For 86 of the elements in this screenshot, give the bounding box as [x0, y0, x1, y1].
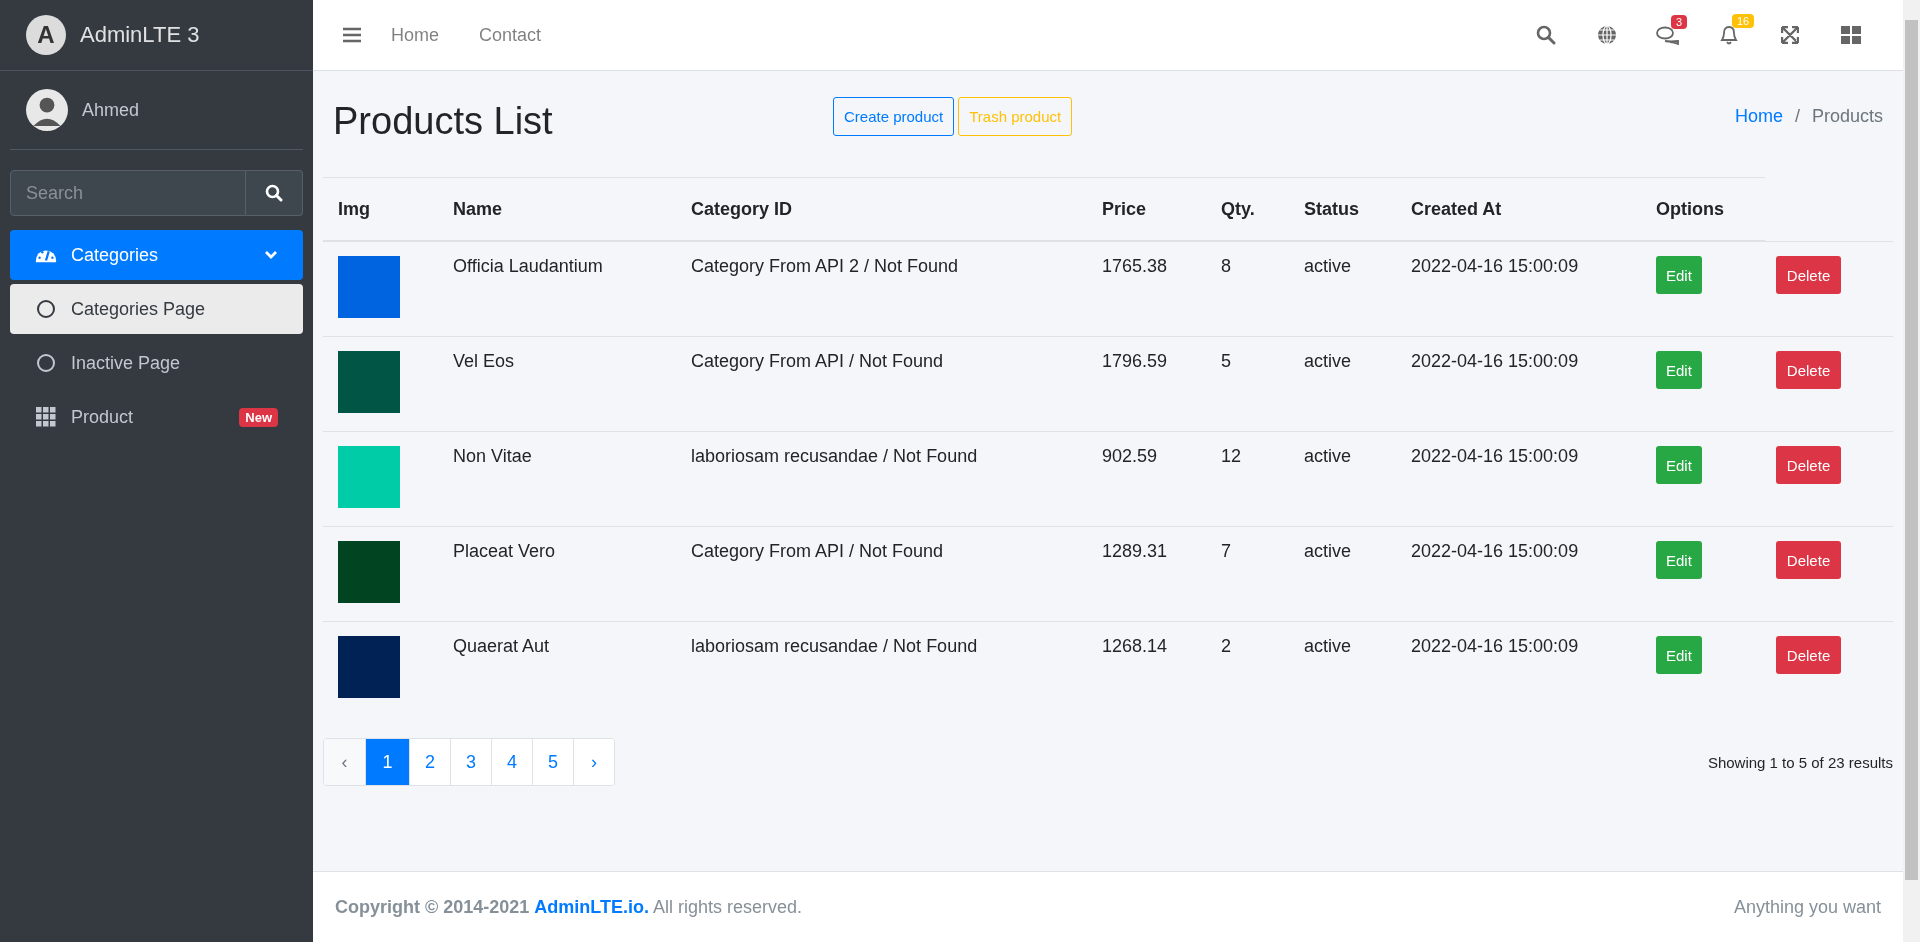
table-cell-text: Placeat Vero	[452, 540, 557, 563]
table-cell-text: laboriosam recusandae / Not Found	[690, 445, 979, 468]
page-title: Products List	[333, 99, 554, 143]
grid-icon	[35, 407, 57, 427]
search-button[interactable]	[246, 170, 303, 216]
table-cell-text: Non Vitae	[452, 445, 533, 468]
edit-button[interactable]: Edit	[1656, 256, 1702, 294]
column-header: Img	[337, 198, 371, 220]
action-button[interactable]: Create product	[833, 96, 955, 136]
user-name[interactable]: Ahmed	[82, 99, 140, 121]
column-header: Status	[1303, 198, 1360, 220]
edit-button[interactable]: Edit	[1656, 636, 1702, 674]
nav-link[interactable]: Home	[391, 24, 439, 46]
circle-icon	[35, 353, 57, 373]
nav-link[interactable]: Contact	[479, 24, 542, 46]
table-cell-text: 2022-04-16 15:00:09	[1410, 255, 1580, 278]
table-cell-text: active	[1303, 255, 1353, 278]
delete-button[interactable]: Delete	[1775, 541, 1842, 579]
table-cell-text: Quaerat Aut	[452, 635, 551, 658]
globe-icon[interactable]	[1596, 25, 1617, 45]
delete-button[interactable]: Delete	[1775, 351, 1842, 389]
brand-logo: A	[26, 15, 66, 55]
table-cell-text: Category From API / Not Found	[690, 350, 945, 373]
count-badge: 3	[1671, 15, 1688, 29]
results-summary: Showing 1 to 5 of 23 results	[1707, 753, 1893, 771]
bell-icon[interactable]	[1718, 24, 1739, 46]
new-badge: New	[239, 407, 278, 427]
table-cell-text: active	[1303, 635, 1353, 658]
table-cell-text: 902.59	[1101, 445, 1159, 468]
delete-button[interactable]: Delete	[1775, 446, 1842, 484]
table-cell-text: active	[1303, 445, 1353, 468]
search-icon	[265, 184, 283, 202]
table-cell-text: 2022-04-16 15:00:09	[1410, 350, 1580, 373]
table-cell-text: 7	[1220, 540, 1232, 563]
breadcrumb-item: Products	[1811, 105, 1883, 127]
table-cell-text: 12	[1220, 445, 1243, 468]
table-cell-text: Category From API 2 / Not Found	[690, 255, 960, 278]
edit-button[interactable]: Edit	[1656, 541, 1702, 579]
table-cell-text: 1796.59	[1101, 350, 1169, 373]
brand-name[interactable]: AdminLTE 3	[80, 22, 200, 48]
column-header: Created At	[1410, 198, 1503, 220]
next-page-button[interactable]: ›	[573, 739, 614, 785]
table-cell-text: 1289.31	[1101, 540, 1169, 563]
avatar	[26, 89, 68, 131]
search-field[interactable]: Search	[10, 170, 246, 216]
breadcrumb-item[interactable]: Home	[1734, 105, 1783, 127]
footer-note: Anything you want	[1733, 896, 1881, 918]
column-header: Price	[1101, 198, 1148, 220]
table-cell-text: 1765.38	[1101, 255, 1169, 278]
menu-icon[interactable]	[343, 27, 361, 43]
column-header: Options	[1655, 198, 1725, 220]
count-badge: 16	[1732, 14, 1755, 28]
table-cell-text: Category From API / Not Found	[690, 540, 945, 563]
table-cell-text: 2022-04-16 15:00:09	[1410, 540, 1580, 563]
table-cell-text: active	[1303, 350, 1353, 373]
breadcrumb-separator: /	[1794, 105, 1800, 127]
table-cell-text: 2022-04-16 15:00:09	[1410, 635, 1580, 658]
edit-button[interactable]: Edit	[1656, 446, 1702, 484]
table-cell-text: Officia Laudantium	[452, 255, 604, 278]
nav-subitem[interactable]: Inactive Page	[10, 338, 303, 388]
grid-icon[interactable]	[1840, 26, 1861, 44]
column-header: Qty.	[1220, 198, 1256, 220]
table-cell-text: 1268.14	[1101, 635, 1169, 658]
previous-page-button[interactable]: ‹	[324, 739, 365, 785]
nav-item[interactable]: Categories	[10, 230, 303, 280]
delete-button[interactable]: Delete	[1775, 256, 1842, 294]
copyright-text: Copyright © 2014-2021 AdminLTE.io. All rights reserved.	[335, 896, 803, 918]
footer-link[interactable]: AdminLTE.io.	[534, 896, 649, 917]
table-cell-text: 5	[1220, 350, 1232, 373]
expand-icon[interactable]	[1780, 26, 1799, 44]
table-cell-text: 8	[1220, 255, 1232, 278]
delete-button[interactable]: Delete	[1775, 636, 1842, 674]
table-cell-text: active	[1303, 540, 1353, 563]
table-cell-text: Vel Eos	[452, 350, 516, 373]
page-button[interactable]: 1	[365, 739, 409, 785]
nav-item[interactable]: Product New	[10, 392, 303, 442]
circle-icon	[35, 299, 57, 319]
column-header: Name	[452, 198, 504, 220]
search-icon[interactable]	[1535, 25, 1556, 45]
nav-subitem[interactable]: Categories Page	[10, 284, 303, 334]
table-cell-text: 2	[1220, 635, 1232, 658]
table-cell-text: laboriosam recusandae / Not Found	[690, 635, 979, 658]
edit-button[interactable]: Edit	[1656, 351, 1702, 389]
comments-icon[interactable]	[1655, 25, 1680, 45]
table-cell-text: 2022-04-16 15:00:09	[1410, 445, 1580, 468]
column-header: Category ID	[690, 198, 794, 220]
